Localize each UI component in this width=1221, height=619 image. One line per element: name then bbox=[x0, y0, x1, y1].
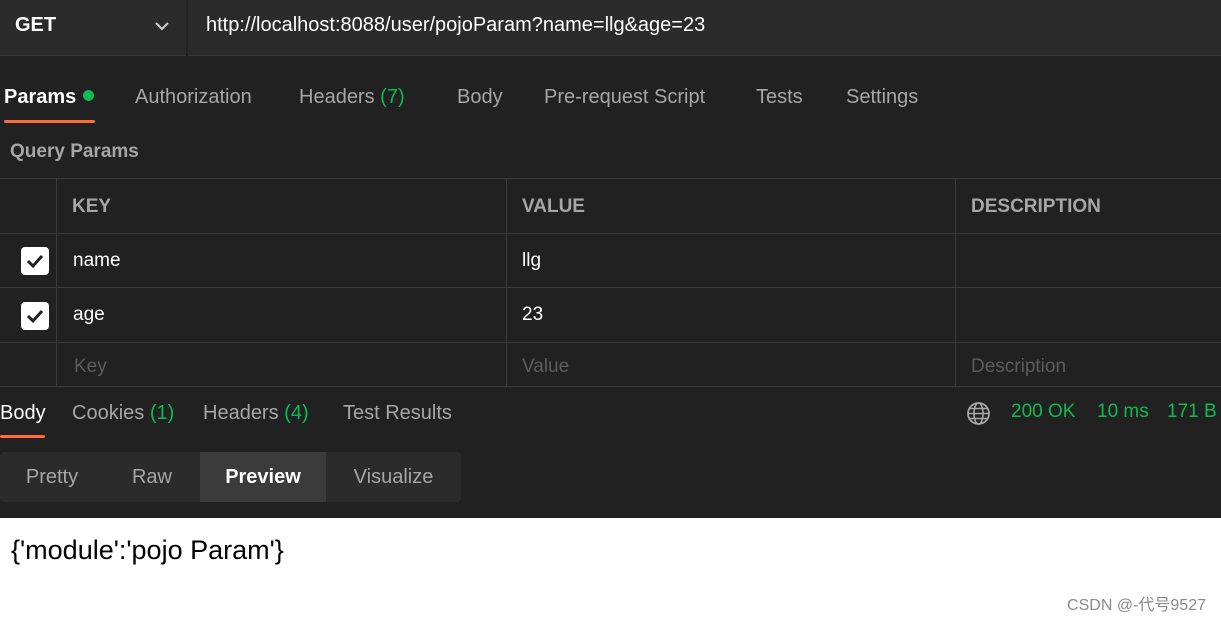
header-description-cell: DESCRIPTION bbox=[955, 179, 1221, 233]
response-size[interactable]: 171 B bbox=[1167, 401, 1217, 423]
url-text: http://localhost:8088/user/pojoParam?nam… bbox=[206, 14, 706, 36]
tab-authorization-label: Authorization bbox=[135, 86, 252, 108]
description-cell[interactable]: Description bbox=[955, 343, 1221, 386]
url-input[interactable]: http://localhost:8088/user/pojoParam?nam… bbox=[188, 0, 1221, 56]
view-raw-button[interactable]: Raw bbox=[104, 452, 200, 502]
value-cell[interactable]: Value bbox=[506, 343, 955, 386]
view-raw-label: Raw bbox=[131, 465, 172, 488]
header-description: DESCRIPTION bbox=[971, 196, 1101, 217]
table-row: age 23 bbox=[0, 287, 1221, 342]
watermark: CSDN @-代号9527 bbox=[1067, 597, 1206, 614]
method-select[interactable]: GET bbox=[0, 0, 186, 56]
view-visualize-button[interactable]: Visualize bbox=[326, 452, 461, 502]
param-key: age bbox=[73, 304, 105, 325]
row-checkbox[interactable] bbox=[21, 302, 49, 330]
method-label: GET bbox=[15, 14, 57, 36]
response-active-underline bbox=[0, 435, 45, 438]
header-key-cell: KEY bbox=[56, 179, 506, 233]
check-icon bbox=[26, 309, 44, 324]
param-key: name bbox=[73, 250, 121, 271]
response-tab-headers-label: Headers bbox=[203, 402, 279, 424]
check-icon bbox=[26, 254, 44, 269]
tab-settings-label: Settings bbox=[846, 86, 919, 108]
description-placeholder: Description bbox=[971, 356, 1067, 377]
request-tabs: Params Authorization Headers (7) Body Pr… bbox=[0, 78, 1221, 124]
key-cell[interactable]: age bbox=[56, 288, 506, 342]
value-placeholder: Value bbox=[522, 356, 570, 377]
header-key: KEY bbox=[72, 196, 112, 217]
response-body-text: {'module':'pojo Param'} bbox=[11, 535, 284, 565]
response-tab-cookies[interactable]: Cookies (1) bbox=[72, 402, 174, 425]
tab-tests-label: Tests bbox=[756, 86, 803, 108]
request-bar: GET http://localhost:8088/user/pojoParam… bbox=[0, 0, 1221, 56]
view-mode-selector: Pretty Raw Preview Visualize bbox=[0, 452, 461, 502]
key-cell[interactable]: Key bbox=[56, 343, 506, 386]
response-tab-body-label: Body bbox=[0, 402, 46, 424]
tab-headers[interactable]: Headers (7) bbox=[299, 86, 405, 109]
tab-params[interactable]: Params bbox=[4, 86, 95, 109]
description-cell[interactable] bbox=[955, 288, 1221, 342]
globe-icon[interactable] bbox=[966, 401, 991, 426]
tab-authorization[interactable]: Authorization bbox=[135, 86, 252, 109]
response-tab-cookies-count: (1) bbox=[149, 402, 175, 424]
key-placeholder: Key bbox=[74, 356, 107, 377]
tab-headers-count: (7) bbox=[380, 86, 405, 108]
params-active-dot bbox=[83, 90, 95, 101]
tab-pre-request-script-label: Pre-request Script bbox=[544, 86, 706, 108]
view-preview-button[interactable]: Preview bbox=[200, 452, 326, 502]
row-checkbox[interactable] bbox=[21, 247, 49, 275]
response-status[interactable]: 200 OK bbox=[1011, 401, 1075, 423]
tab-tests[interactable]: Tests bbox=[756, 86, 803, 109]
response-tab-body[interactable]: Body bbox=[0, 402, 46, 425]
view-visualize-label: Visualize bbox=[353, 465, 434, 488]
value-cell[interactable]: llg bbox=[506, 234, 955, 287]
header-value-cell: VALUE bbox=[506, 179, 955, 233]
view-preview-label: Preview bbox=[225, 465, 301, 488]
active-tab-underline bbox=[4, 120, 95, 123]
view-pretty-label: Pretty bbox=[25, 465, 79, 488]
tab-body-label: Body bbox=[457, 86, 503, 108]
description-cell[interactable] bbox=[955, 234, 1221, 287]
view-pretty-button[interactable]: Pretty bbox=[0, 452, 104, 502]
response-tab-cookies-label: Cookies bbox=[72, 402, 145, 424]
response-time[interactable]: 10 ms bbox=[1097, 401, 1149, 423]
table-header-row: KEY VALUE DESCRIPTION bbox=[0, 178, 1221, 233]
tab-body[interactable]: Body bbox=[457, 86, 503, 109]
response-tab-test-results-label: Test Results bbox=[343, 402, 452, 424]
response-preview-pane: {'module':'pojo Param'} CSDN @-代号9527 bbox=[0, 518, 1221, 619]
value-cell[interactable]: 23 bbox=[506, 288, 955, 342]
response-tab-test-results[interactable]: Test Results bbox=[343, 402, 452, 425]
tab-headers-label: Headers bbox=[299, 86, 375, 108]
tab-pre-request-script[interactable]: Pre-request Script bbox=[544, 86, 705, 109]
tab-settings[interactable]: Settings bbox=[846, 86, 918, 109]
tab-params-label: Params bbox=[4, 86, 77, 108]
response-tab-headers[interactable]: Headers (4) bbox=[203, 402, 309, 425]
table-row: name llg bbox=[0, 233, 1221, 287]
query-params-title: Query Params bbox=[10, 141, 139, 162]
response-tab-headers-count: (4) bbox=[284, 402, 309, 424]
key-cell[interactable]: name bbox=[56, 234, 506, 287]
param-value: 23 bbox=[522, 304, 544, 325]
chevron-down-icon bbox=[155, 22, 169, 31]
table-row-empty: Key Value Description bbox=[0, 342, 1221, 387]
header-value: VALUE bbox=[522, 196, 585, 217]
param-value: llg bbox=[522, 250, 542, 271]
